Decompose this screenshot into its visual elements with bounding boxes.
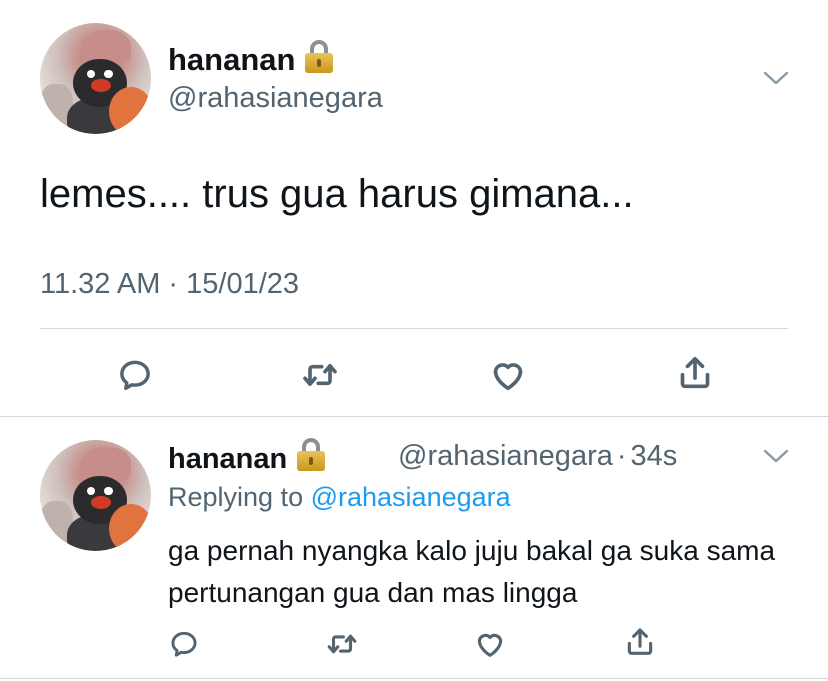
- lock-icon: [305, 40, 334, 74]
- retweet-icon: [303, 364, 337, 386]
- reply-meta: @rahasianegara · 34s: [398, 440, 677, 473]
- reply-button[interactable]: [110, 350, 160, 400]
- bottom-divider: [0, 678, 828, 679]
- replying-to-mention[interactable]: @rahasianegara: [311, 482, 511, 512]
- section-divider: [0, 416, 828, 417]
- meta-separator: ·: [616, 440, 627, 472]
- reply-chevron-down-icon[interactable]: [761, 446, 791, 466]
- reply-reply-button[interactable]: [162, 624, 206, 664]
- reply-like-button[interactable]: [468, 624, 512, 664]
- reply-avatar[interactable]: [40, 440, 151, 551]
- reply-icon: [120, 360, 150, 391]
- display-name[interactable]: hananan: [168, 40, 334, 78]
- like-icon: [493, 363, 523, 391]
- display-name-text[interactable]: hananan: [168, 42, 295, 77]
- replying-to: Replying to @rahasianegara: [168, 482, 511, 513]
- reply-text: ga pernah nyangka kalo juju bakal ga suk…: [168, 535, 776, 608]
- user-handle[interactable]: @rahasianegara: [168, 82, 383, 115]
- reply-icon: [171, 631, 197, 657]
- lock-icon: [297, 438, 326, 472]
- reply-display-name[interactable]: hananan: [168, 438, 326, 476]
- like-button[interactable]: [483, 350, 533, 400]
- replying-to-label: Replying to: [168, 482, 304, 512]
- tweet-text: lemes.... trus gua harus gimana...: [40, 172, 634, 216]
- retweet-icon: [327, 634, 357, 654]
- reply-retweet-button[interactable]: [320, 624, 364, 664]
- like-icon: [477, 633, 503, 657]
- reply-age[interactable]: 34s: [631, 440, 678, 472]
- avatar[interactable]: [40, 23, 151, 134]
- reply-share-button[interactable]: [618, 622, 662, 662]
- share-button[interactable]: [670, 348, 720, 398]
- share-icon: [627, 628, 653, 655]
- reply-display-name-text[interactable]: hananan: [168, 443, 287, 475]
- share-icon: [680, 357, 710, 389]
- tweet-timestamp[interactable]: 11.32 AM · 15/01/23: [40, 268, 299, 301]
- retweet-button[interactable]: [295, 350, 345, 400]
- chevron-down-icon[interactable]: [761, 68, 791, 88]
- reply-handle[interactable]: @rahasianegara: [398, 440, 613, 472]
- divider: [40, 328, 788, 329]
